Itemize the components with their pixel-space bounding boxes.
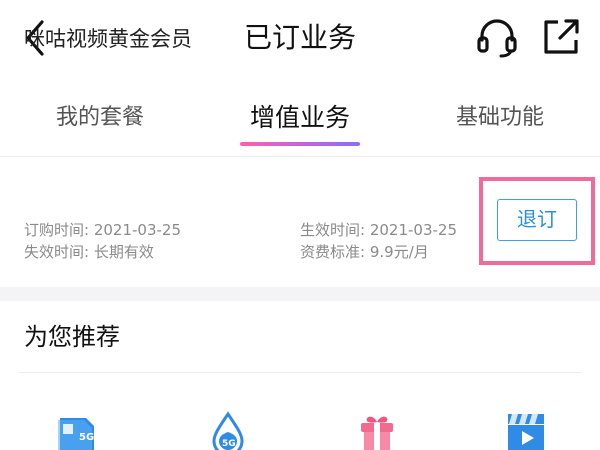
effective-time-value: 2021-03-25 — [369, 221, 458, 239]
recommend-item-5g-traffic[interactable]: 5G — [206, 410, 250, 450]
recommend-title: 为您推荐 — [24, 323, 120, 351]
order-time-value: 2021-03-25 — [93, 221, 182, 239]
unsubscribe-button[interactable]: 退订 — [497, 199, 577, 241]
gift-box-icon — [361, 416, 393, 450]
recommend-item-video[interactable] — [504, 410, 548, 450]
effective-time-label: 生效时间: — [300, 221, 366, 239]
share-button[interactable] — [540, 14, 584, 58]
page: 已订业务 我的套餐 增值业务 基础功能 咪咕视频黄金会员 订购时间: 2021-… — [0, 0, 600, 450]
5g-water-drop-icon: 5G — [212, 411, 244, 450]
customer-service-button[interactable] — [474, 14, 520, 60]
5g-water-drop-text: 5G — [222, 439, 236, 449]
recommend-divider — [18, 372, 582, 373]
section-separator — [0, 287, 600, 301]
fee-value: 9.9元/月 — [369, 243, 429, 261]
recommend-item-gift[interactable] — [355, 410, 399, 450]
fee-row: 资费标准: 9.9元/月 — [300, 242, 429, 262]
expire-time-value: 长期有效 — [93, 243, 154, 261]
order-time-label: 订购时间: — [24, 221, 90, 239]
expire-time-row: 失效时间: 长期有效 — [24, 242, 154, 262]
share-external-icon — [544, 19, 579, 54]
headset-icon — [477, 19, 517, 58]
order-time-row: 订购时间: 2021-03-25 — [24, 220, 181, 240]
recommend-item-5g-card[interactable]: 5G — [54, 410, 98, 450]
5g-sim-card-text: 5G — [79, 432, 94, 443]
tab-basic-functions[interactable]: 基础功能 — [440, 88, 560, 154]
tab-my-plan[interactable]: 我的套餐 — [40, 88, 160, 154]
effective-time-row: 生效时间: 2021-03-25 — [300, 220, 457, 240]
active-tab-indicator — [240, 142, 360, 146]
subscription-name: 咪咕视频黄金会员 — [24, 27, 192, 51]
expire-time-label: 失效时间: — [24, 243, 90, 261]
5g-sim-card-icon: 5G — [58, 418, 94, 450]
fee-label: 资费标准: — [300, 243, 366, 261]
video-clapper-icon — [508, 414, 544, 450]
